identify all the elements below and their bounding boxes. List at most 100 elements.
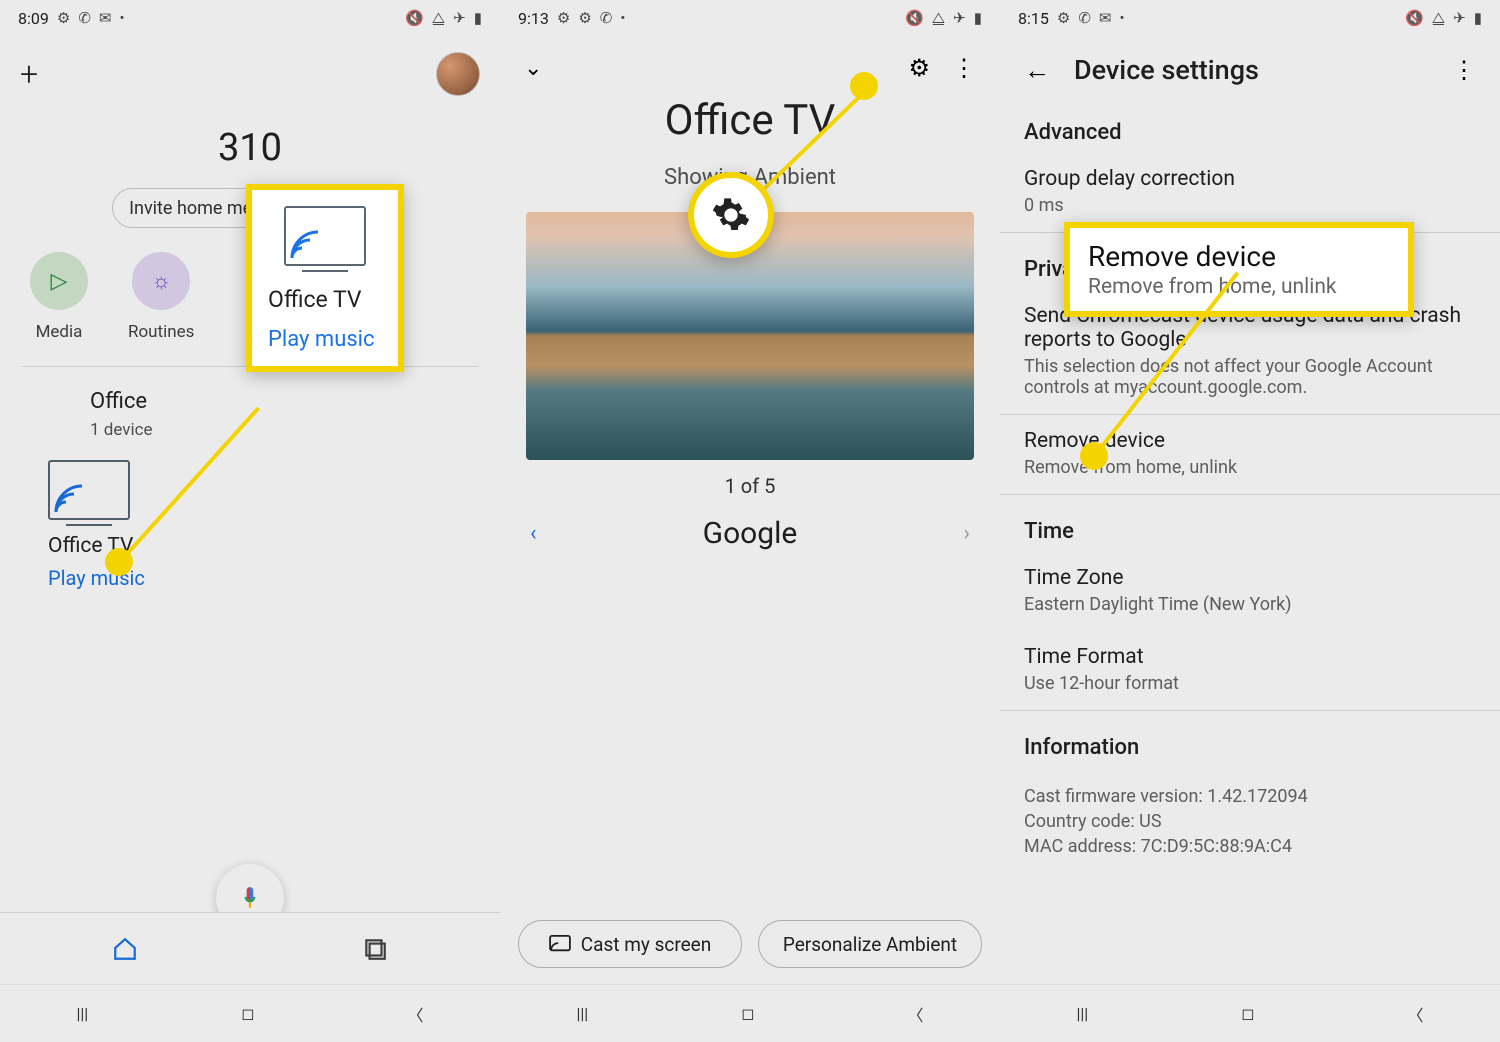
callout-gear-icon [688,172,774,258]
callout-anchor-dot [850,72,878,100]
row-time-format[interactable]: Time Format Use 12-hour format [1000,631,1500,710]
tab-feed[interactable] [250,936,500,962]
back-button[interactable]: 〈 [907,1002,923,1026]
bottom-tabs [0,912,500,984]
info-mac: MAC address: 7C:D9:5C:88:9A:C4 [1024,836,1476,857]
category-information: Information [1000,711,1500,768]
category-advanced: Advanced [1000,96,1500,153]
quick-routines[interactable]: ☼ Routines [128,252,194,342]
quick-label: Media [36,322,83,342]
recents-button[interactable]: ||| [1076,1004,1088,1023]
mail-icon: ✉ [99,9,112,27]
gear-icon: ⚙ [57,9,70,27]
gear-icon: ⚙ [557,9,570,27]
personalize-ambient-button[interactable]: Personalize Ambient [758,920,982,968]
row-remove-device[interactable]: Remove device Remove from home, unlink [1000,415,1500,494]
airplane-icon: ✈ [453,9,466,27]
phone-device-settings: 8:15 ⚙ ✆ ✉ • 🔇 ⧋ ✈ ▮ ← Device settings ⋮… [1000,0,1500,1042]
battery-icon: ▮ [974,9,982,27]
callout-subtitle: Remove from home, unlink [1088,275,1390,299]
android-nav-bar: ||| ◻ 〈 [500,984,1000,1042]
status-bar: 8:09 ⚙ ✆ ✉ • 🔇 ⧋ ✈ ▮ [0,0,500,36]
next-assistant-button[interactable]: › [963,521,970,546]
callout-remove-device: Remove device Remove from home, unlink [1064,222,1414,317]
back-button[interactable]: ← [1024,55,1050,86]
assistant-name: Google [537,516,964,551]
cast-my-screen-button[interactable]: Cast my screen [518,920,742,968]
call-icon: ✆ [600,9,613,27]
airplane-icon: ✈ [953,9,966,27]
phone-device-detail: 9:13 ⚙ ⚙ ✆ • 🔇 ⧋ ✈ ▮ ⌄ ⚙ ⋮ Office TV Sho… [500,0,1000,1042]
home-button[interactable]: ◻ [1241,1004,1254,1023]
gear-icon: ⚙ [578,9,591,27]
mail-icon: ✉ [1099,9,1112,27]
pager-text: 1 of 5 [500,474,1000,498]
back-dropdown-icon[interactable]: ⌄ [524,56,542,81]
row-subtitle: 0 ms [1024,195,1476,216]
tab-home[interactable] [0,936,250,962]
status-bar: 8:15 ⚙ ✆ ✉ • 🔇 ⧋ ✈ ▮ [1000,0,1500,36]
row-subtitle: Eastern Daylight Time (New York) [1024,594,1476,615]
wifi-icon: ⧋ [932,9,945,27]
callout-device-action: Play music [268,327,382,352]
wifi-icon: ⧋ [1432,9,1445,27]
row-title: Group delay correction [1024,167,1476,191]
battery-icon: ▮ [1474,9,1482,27]
home-title: 310 [0,126,500,170]
row-title: Time Format [1024,645,1476,669]
button-label: Personalize Ambient [783,933,957,956]
status-time: 9:13 [518,9,549,28]
home-button[interactable]: ◻ [241,1004,254,1023]
add-button[interactable]: + [20,55,38,93]
status-time: 8:15 [1018,9,1049,28]
row-group-delay[interactable]: Group delay correction 0 ms [1000,153,1500,232]
phone-home-screen: 8:09 ⚙ ✆ ✉ • 🔇 ⧋ ✈ ▮ + 310 Invite home m… [0,0,500,1042]
overflow-menu-icon[interactable]: ⋮ [1452,56,1476,84]
cast-tv-icon [284,206,366,266]
play-icon: ▷ [30,252,88,310]
callout-device-card: Office TV Play music [246,184,404,372]
row-time-zone[interactable]: Time Zone Eastern Daylight Time (New Yor… [1000,552,1500,631]
back-button[interactable]: 〈 [1407,1002,1423,1026]
avatar[interactable] [436,52,480,96]
dot-icon: • [620,9,625,27]
status-bar: 9:13 ⚙ ⚙ ✆ • 🔇 ⧋ ✈ ▮ [500,0,1000,36]
mute-icon: 🔇 [405,9,424,27]
back-button[interactable]: 〈 [407,1002,423,1026]
prev-assistant-button[interactable]: ‹ [530,521,537,546]
status-time: 8:09 [18,9,49,28]
settings-gear-icon[interactable]: ⚙ [908,54,930,82]
row-information: Cast firmware version: 1.42.172094 Count… [1000,768,1500,873]
device-title: Office TV [500,96,1000,145]
category-time: Time [1000,495,1500,552]
row-title: Time Zone [1024,566,1476,590]
overflow-menu-icon[interactable]: ⋮ [952,54,976,82]
android-nav-bar: ||| ◻ 〈 [1000,984,1500,1042]
button-label: Cast my screen [581,933,711,956]
room-subtitle: 1 device [0,414,500,460]
call-icon: ✆ [1078,9,1091,27]
dot-icon: • [119,9,124,27]
recents-button[interactable]: ||| [576,1004,588,1023]
home-button[interactable]: ◻ [741,1004,754,1023]
info-firmware: Cast firmware version: 1.42.172094 [1024,786,1476,807]
callout-title: Remove device [1088,240,1390,273]
callout-anchor-dot [105,548,133,576]
settings-list[interactable]: Advanced Group delay correction 0 ms Pri… [1000,86,1500,873]
airplane-icon: ✈ [1453,9,1466,27]
mute-icon: 🔇 [905,9,924,27]
call-icon: ✆ [78,9,91,27]
android-nav-bar: ||| ◻ 〈 [0,984,500,1042]
recents-button[interactable]: ||| [76,1004,88,1023]
page-title: Device settings [1074,54,1428,86]
callout-device-name: Office TV [268,286,382,313]
quick-label: Routines [128,322,194,342]
quick-media[interactable]: ▷ Media [30,252,88,342]
sun-icon: ☼ [132,252,190,310]
room-header: Office [0,367,500,414]
info-country: Country code: US [1024,811,1476,832]
row-subtitle: Use 12-hour format [1024,673,1476,694]
mute-icon: 🔇 [1405,9,1424,27]
battery-icon: ▮ [474,9,482,27]
row-subtitle: This selection does not affect your Goog… [1024,356,1476,398]
